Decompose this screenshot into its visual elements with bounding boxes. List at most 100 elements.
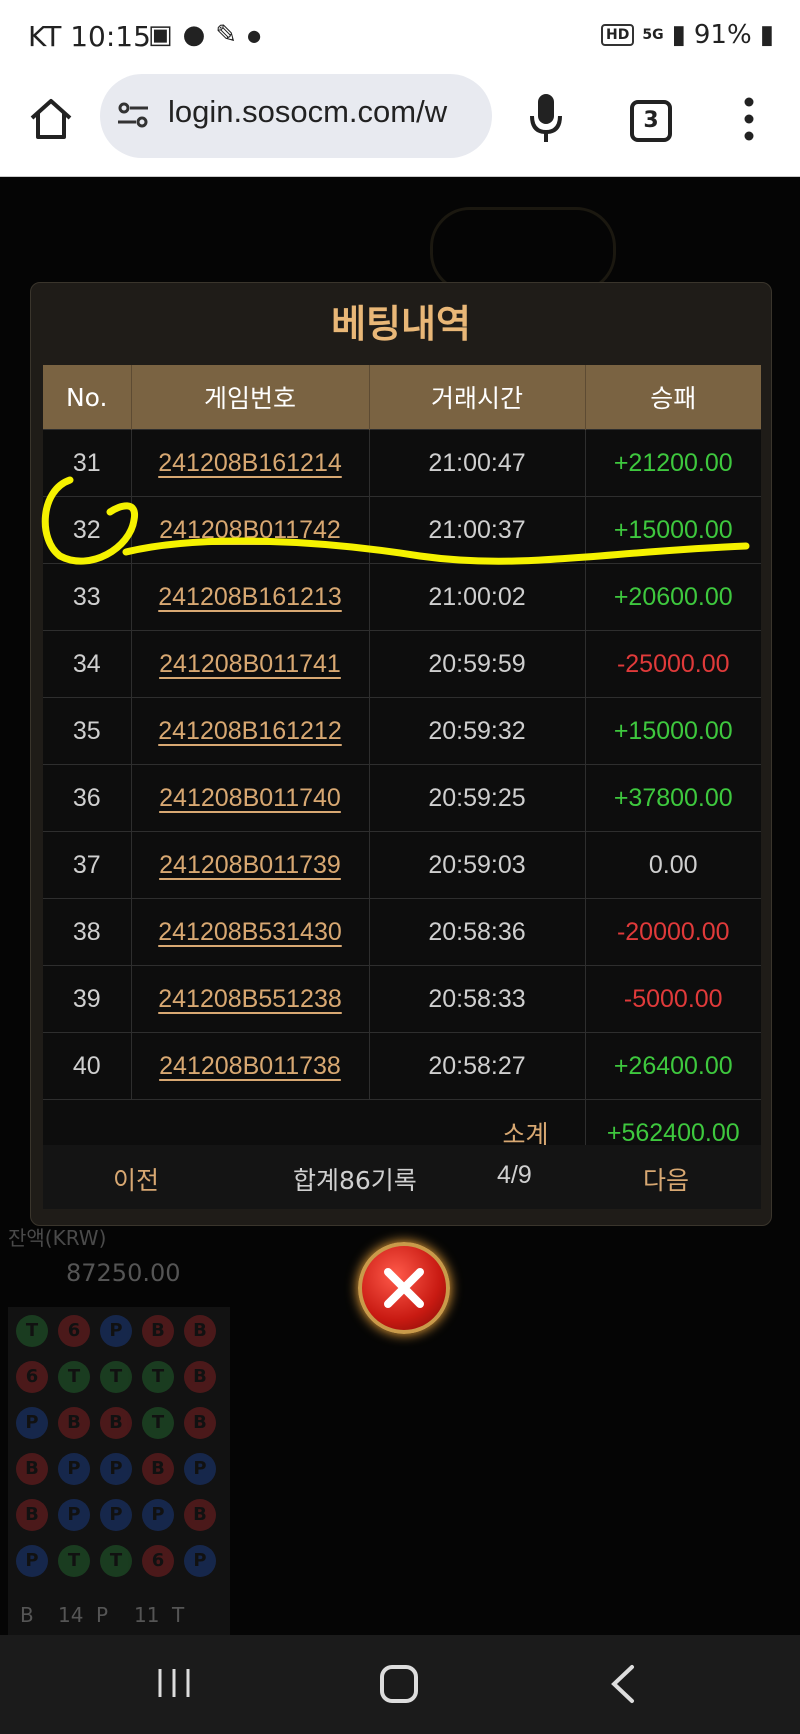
row-result: -20000.00 [585,898,761,966]
table-row: 31 241208B161214 21:00:47 +21200.00 [43,429,761,497]
game-id-link[interactable]: 241208B161212 [158,717,342,745]
bead-road-dot: T [100,1545,132,1577]
col-header-game: 게임번호 [131,365,370,430]
android-nav-bar [0,1635,800,1734]
row-game-id: 241208B011741 [131,630,370,698]
row-result: +26400.00 [585,1032,761,1100]
game-id-link[interactable]: 241208B011742 [159,516,341,544]
row-time: 20:59:03 [369,831,586,899]
pen-icon: ✎ [215,20,238,50]
game-id-link[interactable]: 241208B161213 [158,583,342,611]
row-no: 40 [43,1032,132,1100]
tab-switcher-button[interactable]: 3 [630,100,672,142]
battery-text: 91% [693,20,752,50]
road-count: P [96,1603,109,1627]
row-game-id: 241208B551238 [131,965,370,1033]
bead-road-dot: B [142,1453,174,1485]
row-game-id: 241208B011738 [131,1032,370,1100]
modal-title: 베팅내역 [331,302,471,346]
bead-road-dot: 6 [58,1315,90,1347]
game-id-link[interactable]: 241208B011741 [159,650,341,678]
bead-road-dot: T [142,1361,174,1393]
row-time: 20:59:59 [369,630,586,698]
recent-apps-icon[interactable] [156,1665,192,1701]
microphone-icon[interactable] [526,92,566,144]
bead-road-dot: P [58,1499,90,1531]
row-result: 0.00 [585,831,761,899]
total-records: 합계86기록 [293,1166,417,1195]
row-time: 20:59:25 [369,764,586,832]
home-nav-button[interactable] [380,1665,418,1703]
battery-icon: ▮ [759,20,774,50]
status-bar: KT 10:15 ▣ ● ✎ ● HD 5G ▮ 91% ▮ [0,0,800,72]
talk-icon: ● [182,20,206,50]
road-count: T [172,1603,185,1627]
bead-road-dot: P [16,1545,48,1577]
row-game-id: 241208B011739 [131,831,370,899]
balance-value: 87250.00 [66,1259,181,1287]
table-row: 40 241208B011738 20:58:27 +26400.00 [43,1032,761,1100]
row-game-id: 241208B161212 [131,697,370,765]
road-count: 14 [58,1603,84,1627]
bead-road-dot: B [184,1499,216,1531]
row-result: -5000.00 [585,965,761,1033]
close-modal-button[interactable] [358,1242,450,1334]
url-bar[interactable]: login.sosocm.com/w [100,74,492,158]
bead-road-dot: 6 [16,1361,48,1393]
network-icon: 5G [642,27,664,43]
row-time: 21:00:47 [369,429,586,497]
bead-road-dot: B [58,1407,90,1439]
game-id-link[interactable]: 241208B531430 [158,918,342,946]
close-icon [384,1268,424,1308]
row-result: +37800.00 [585,764,761,832]
row-no: 36 [43,764,132,832]
url-text[interactable]: login.sosocm.com/w [168,94,486,130]
game-id-link[interactable]: 241208B011738 [159,1052,341,1080]
status-time: KT 10:15 [28,20,151,53]
table-row: 39 241208B551238 20:58:33 -5000.00 [43,965,761,1033]
game-id-link[interactable]: 241208B551238 [158,985,342,1013]
row-game-id: 241208B161214 [131,429,370,497]
bead-road-dot: T [142,1407,174,1439]
row-game-id: 241208B161213 [131,563,370,631]
bead-road-dot: P [100,1499,132,1531]
bead-road-dot: B [184,1407,216,1439]
table-row: 34 241208B011741 20:59:59 -25000.00 [43,630,761,698]
site-logo [430,207,616,293]
bead-road-dot: T [100,1361,132,1393]
table-header: No. 게임번호 거래시간 승패 [43,365,761,430]
col-header-time: 거래시간 [369,365,586,430]
bead-road: T 6 P B B 6 T T T B P B B T B B P P B P B P P P B P T T 6 P B 14 P 11 T [8,1307,230,1637]
row-result: +21200.00 [585,429,761,497]
bead-road-dot: T [16,1315,48,1347]
home-icon[interactable] [28,96,74,142]
row-time: 21:00:02 [369,563,586,631]
row-game-id: 241208B011740 [131,764,370,832]
bead-road-dot: P [100,1453,132,1485]
row-no: 32 [43,496,132,564]
row-result: +15000.00 [585,697,761,765]
next-page-button[interactable]: 다음 [643,1161,689,1197]
balance-label: 잔액(KRW) [8,1226,107,1250]
table-row: 38 241208B531430 20:58:36 -20000.00 [43,898,761,966]
table-row: 35 241208B161212 20:59:32 +15000.00 [43,697,761,765]
row-no: 33 [43,563,132,631]
site-settings-icon[interactable] [116,98,150,132]
table-row: 36 241208B011740 20:59:25 +37800.00 [43,764,761,832]
betting-history-table: No. 게임번호 거래시간 승패 31 241208B161214 21:00:47… [43,365,761,1166]
game-id-link[interactable]: 241208B161214 [158,449,342,477]
back-icon[interactable] [608,1663,638,1705]
bead-road-dot: B [100,1407,132,1439]
game-id-link[interactable]: 241208B011740 [159,784,341,812]
bead-road-dot: P [16,1407,48,1439]
game-id-link[interactable]: 241208B011739 [159,851,341,879]
page-indicator: 4/9 [497,1161,532,1189]
row-no: 39 [43,965,132,1033]
more-menu-icon[interactable] [734,94,764,144]
prev-page-button[interactable]: 이전 [113,1161,159,1197]
bead-road-dot: P [58,1453,90,1485]
row-result: +20600.00 [585,563,761,631]
hd-icon: HD [601,24,635,46]
table-row: 32 241208B011742 21:00:37 +15000.00 [43,496,761,564]
row-no: 34 [43,630,132,698]
